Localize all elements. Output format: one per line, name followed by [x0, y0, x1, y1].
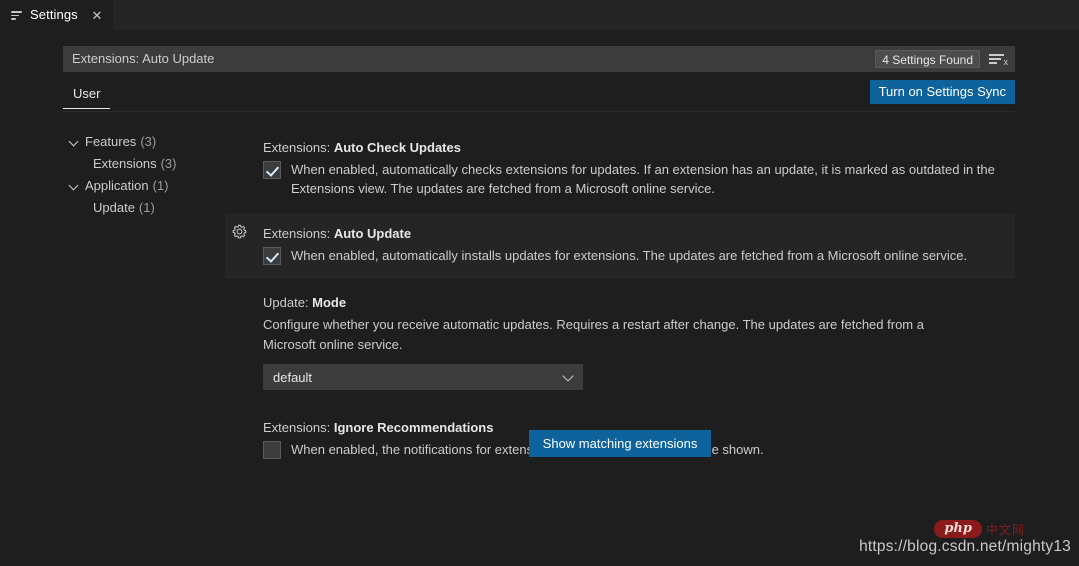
toc-count: (1)	[152, 177, 169, 193]
tab-settings[interactable]: Settings ✕	[0, 0, 113, 30]
toc-item-update[interactable]: Update (1)	[60, 196, 250, 218]
show-matching-extensions-button[interactable]: Show matching extensions	[528, 430, 712, 457]
chevron-down-icon	[563, 371, 575, 383]
settings-toc: Features (3) Extensions (3) Application …	[60, 130, 250, 218]
tab-label: Settings	[30, 7, 78, 22]
setting-title-prefix: Extensions:	[263, 226, 334, 241]
setting-row-auto-check-updates[interactable]: Extensions: Auto Check Updates When enab…	[225, 132, 1079, 206]
setting-title: Extensions: Auto Update	[263, 226, 1015, 241]
setting-title-prefix: Extensions:	[263, 140, 334, 155]
settings-editor: Extensions: Auto Update 4 Settings Found…	[0, 30, 1079, 566]
setting-description: Configure whether you receive automatic …	[263, 317, 924, 352]
toc-count: (3)	[160, 155, 177, 171]
gear-icon[interactable]	[232, 224, 247, 239]
watermark-url: https://blog.csdn.net/mighty13	[859, 538, 1071, 555]
update-mode-dropdown[interactable]: default	[263, 364, 583, 390]
toc-item-features[interactable]: Features (3)	[60, 130, 250, 152]
show-matching-extensions-wrap: Show matching extensions	[225, 430, 1015, 457]
clear-filter-x: x	[1003, 57, 1009, 67]
setting-description: When enabled, automatically installs upd…	[291, 248, 968, 263]
toc-label: Application	[85, 177, 149, 193]
results-count-badge: 4 Settings Found	[875, 50, 980, 68]
toc-label: Extensions	[93, 155, 157, 171]
php-logo-cn: 中文网	[985, 522, 1025, 537]
settings-lines-icon	[10, 8, 24, 22]
toc-item-extensions[interactable]: Extensions (3)	[60, 152, 250, 174]
checkbox-auto-check-updates[interactable]	[263, 161, 281, 179]
search-input-value: Extensions: Auto Update	[72, 51, 215, 66]
setting-description: When enabled, automatically checks exten…	[291, 162, 995, 196]
setting-title-name: Mode	[312, 295, 347, 310]
clear-filter-icon[interactable]: x	[987, 49, 1009, 69]
search-input[interactable]: Extensions: Auto Update 4 Settings Found…	[63, 46, 1015, 72]
chevron-down-icon[interactable]	[66, 177, 82, 193]
setting-row-auto-update[interactable]: Extensions: Auto Update When enabled, au…	[225, 214, 1015, 279]
setting-title-prefix: Update:	[263, 295, 313, 310]
close-icon[interactable]: ✕	[89, 7, 105, 23]
setting-title-name: Auto Update	[333, 226, 412, 241]
chevron-down-icon[interactable]	[66, 133, 82, 149]
setting-row-update-mode[interactable]: Update: Mode Configure whether you recei…	[225, 279, 1079, 398]
tab-user[interactable]: User	[63, 82, 111, 109]
php-logo-text: php	[934, 520, 982, 538]
settings-list: Extensions: Auto Check Updates When enab…	[225, 132, 1079, 467]
toc-label: Update	[93, 199, 135, 215]
editor-tab-bar: Settings ✕	[0, 0, 1079, 30]
turn-on-settings-sync-button[interactable]: Turn on Settings Sync	[869, 80, 1015, 104]
toc-label: Features	[85, 133, 137, 149]
settings-search-row: Extensions: Auto Update 4 Settings Found…	[63, 46, 1015, 72]
toc-item-application[interactable]: Application (1)	[60, 174, 250, 196]
php-watermark-logo: php 中文网	[934, 520, 1025, 538]
checkbox-auto-update[interactable]	[263, 247, 281, 265]
setting-title: Extensions: Auto Check Updates	[263, 140, 1079, 155]
toc-count: (1)	[138, 199, 155, 215]
update-mode-value: default	[273, 369, 313, 385]
settings-scope-tabs: User Turn on Settings Sync	[63, 80, 1015, 112]
setting-title: Update: Mode	[263, 295, 1079, 310]
setting-title-name: Auto Check Updates	[333, 140, 461, 155]
toc-count: (3)	[140, 133, 157, 149]
